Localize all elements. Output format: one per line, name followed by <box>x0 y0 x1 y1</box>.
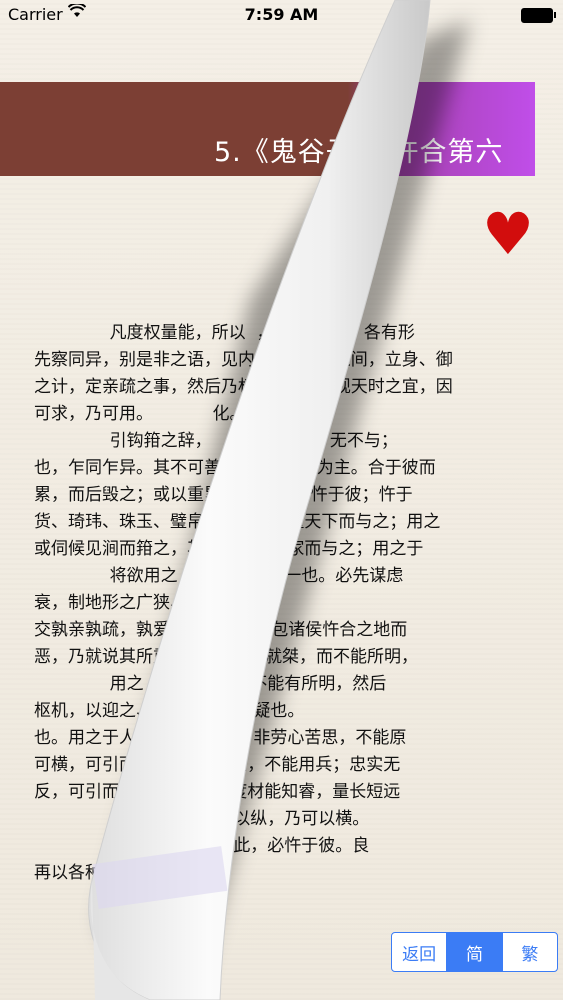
body-line: 可求，乃可用。 化。 <box>34 404 247 424</box>
body-line: 货、琦玮、珠玉、璧帛 下，必量天下而与之；用之 <box>34 512 441 532</box>
body-line: 累，而后毁之；或以重累 反于是，忤于彼；忤于 <box>34 485 413 505</box>
body-line: 或伺候见涧而箝之，其 ，必量家而与之；用之于 <box>34 539 424 559</box>
body-line: 反，可引而覆 己必自度材能知睿，量长短远 <box>34 782 401 802</box>
chapter-title: 5.《鬼谷子》 忤合第六 <box>214 137 504 168</box>
simplified-button[interactable]: 简 <box>447 933 503 971</box>
body-line: 恶，乃就说其所重 就汤，五就桀，而不能所明， <box>34 647 419 667</box>
body-line: 可以退，乃可以纵，乃可以横。 <box>34 809 370 829</box>
body-line: 可横，可引而 材质不惠，不能用兵；忠实无 <box>34 755 401 775</box>
body-line: 也，乍同乍异。其不可善 计谋，与之为主。合于彼而 <box>34 458 436 478</box>
body-line: 衰，制地形之广狭、 <box>34 593 187 613</box>
status-time: 7:59 AM <box>244 5 319 24</box>
body-line: 用之 三入殷，而不能有所明，然后 <box>34 674 387 694</box>
back-button[interactable]: 返回 <box>392 933 448 971</box>
body-line: 也。用之于人， 能御世；非劳心苦思，不能原 <box>34 728 407 748</box>
body-line: 再以各种 <box>34 863 102 883</box>
body-line: ，相向。合于此，必忤于彼。良 <box>34 836 370 856</box>
battery-icon <box>521 8 556 23</box>
body-line: 枢机，以迎之、 以归之不疑也。 <box>34 701 305 721</box>
body-line: 交孰亲孰疏，孰爱孰 协四海，包诸侯忤合之地而 <box>34 620 408 640</box>
body-line: 引钩箝之辞， 圣人无常与，无不与； <box>34 431 398 451</box>
body-line: 之计，定亲疏之事，然后乃权 物之会，观天时之宜，因 <box>34 377 453 397</box>
body-line: 凡度权量能，所以 ， 化转环属，各有形 <box>34 323 415 343</box>
traditional-button[interactable]: 繁 <box>503 933 557 971</box>
text-mode-segment: 返回 简 繁 <box>391 932 558 972</box>
chapter-body: 凡度权量能，所以 ， 化转环属，各有形先察同异，别是非之语，见内 入居天地之间，… <box>34 320 534 887</box>
body-line: 先察同异，别是非之语，见内 入居天地之间，立身、御 <box>34 350 453 370</box>
body-line: 将欲用之 进退，其用一也。必先谋虑 <box>34 566 404 586</box>
heart-icon[interactable]: ♥ <box>482 205 534 263</box>
status-bar: Carrier 7:59 AM <box>0 0 563 32</box>
